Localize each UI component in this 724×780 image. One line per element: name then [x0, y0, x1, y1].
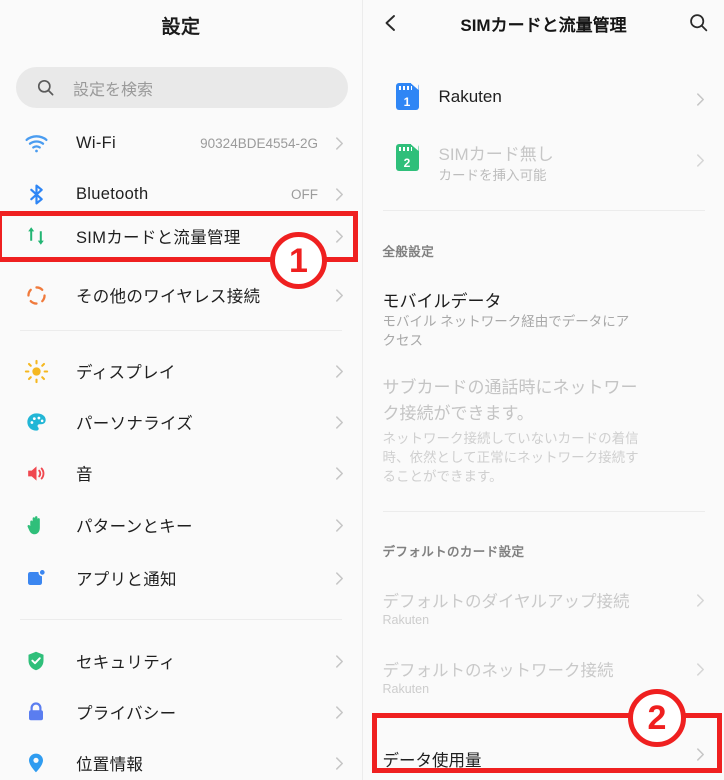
- lock-icon: [22, 698, 50, 726]
- sidebar-item-label: パターンとキー: [76, 518, 193, 536]
- gesture-hand-icon: [22, 511, 50, 539]
- settings-panel: 設定 設定を検索 Wi-Fi 90324BDE4554-2G Bluetooth…: [0, 0, 362, 780]
- sidebar-item-label: その他のワイヤレス接続: [76, 288, 261, 306]
- brightness-icon: [22, 357, 50, 385]
- chevron-right-icon: [696, 662, 705, 677]
- chevron-right-icon: [335, 756, 344, 771]
- sidebar-item-value: 90324BDE4554-2G: [200, 135, 318, 151]
- search-placeholder: 設定を検索: [73, 81, 154, 99]
- sim-notch: [410, 144, 419, 151]
- sound-icon: [22, 459, 50, 487]
- mobile-data-desc: モバイル ネットワーク経由でデータにアクセス: [382, 314, 630, 348]
- sim-card-title: Rakuten: [438, 87, 502, 106]
- search-icon[interactable]: [688, 12, 709, 33]
- wifi-icon: [22, 129, 50, 157]
- chevron-right-icon: [335, 364, 344, 379]
- annotation-marker-2: 2: [628, 689, 686, 747]
- chevron-right-icon: [335, 518, 344, 533]
- default-dialup-title: デフォルトのダイヤルアップ接続: [382, 593, 630, 611]
- wireless-icon: [22, 281, 50, 309]
- apps-icon: [22, 564, 50, 592]
- chevron-right-icon: [335, 705, 344, 720]
- default-section-label: デフォルトのカード設定: [382, 545, 525, 559]
- annotation-marker-1: 1: [270, 232, 327, 289]
- chevron-right-icon: [335, 654, 344, 669]
- sim-card-subtitle: カードを挿入可能: [438, 168, 547, 183]
- sidebar-item-label: プライバシー: [76, 705, 177, 723]
- chevron-right-icon: [335, 466, 344, 481]
- location-pin-icon: [22, 749, 50, 777]
- sidebar-item-location[interactable]: 位置情報: [0, 738, 362, 780]
- chevron-right-icon: [335, 415, 344, 430]
- chevron-right-icon: [335, 136, 344, 151]
- sim-pins: [398, 86, 412, 90]
- sim-card-row-2[interactable]: 2 SIMカード無し カードを挿入可能: [363, 132, 724, 188]
- sidebar-item-security[interactable]: セキュリティ: [0, 636, 362, 686]
- section-divider: [382, 210, 705, 211]
- default-dialup-row[interactable]: デフォルトのダイヤルアップ接続 Rakuten: [363, 588, 724, 634]
- mobile-data-title: モバイルデータ: [382, 292, 502, 311]
- sub-card-call-title: サブカードの通話時にネットワーク接続ができます。: [382, 378, 638, 423]
- sidebar-item-label: 位置情報: [76, 756, 144, 774]
- sidebar-item-apps-notifications[interactable]: アプリと通知: [0, 553, 362, 603]
- chevron-right-icon: [696, 92, 705, 107]
- section-divider: [20, 330, 342, 331]
- search-icon: [36, 78, 55, 97]
- sim-slot-number: 1: [403, 95, 411, 109]
- sidebar-item-personalize[interactable]: パーソナライズ: [0, 397, 362, 447]
- section-divider: [20, 619, 342, 620]
- panel-header: SIMカードと流量管理: [362, 0, 724, 48]
- chevron-right-icon: [335, 288, 344, 303]
- panel-title: SIMカードと流量管理: [460, 16, 627, 35]
- search-input[interactable]: 設定を検索: [16, 67, 348, 108]
- sim-card-title: SIMカード無し: [438, 145, 554, 164]
- sidebar-item-pattern-keys[interactable]: パターンとキー: [0, 500, 362, 550]
- sim-card-1-icon: 1: [395, 83, 419, 110]
- default-network-subtitle: Rakuten: [382, 682, 430, 696]
- chevron-right-icon: [335, 571, 344, 586]
- sim-pins: [398, 147, 412, 151]
- chevron-right-icon: [335, 187, 344, 202]
- sim-notch: [410, 83, 419, 90]
- sim-slot-number: 2: [403, 156, 411, 170]
- sidebar-item-label: Wi-Fi: [76, 133, 116, 152]
- sim-data-panel: SIMカードの情報と設定 SIMカードと流量管理 1 Rakuten: [361, 0, 724, 780]
- sidebar-item-value: OFF: [291, 186, 318, 202]
- sidebar-item-display[interactable]: ディスプレイ: [0, 346, 362, 396]
- default-network-title: デフォルトのネットワーク接続: [382, 662, 614, 680]
- sidebar-item-privacy[interactable]: プライバシー: [0, 687, 362, 737]
- section-divider: [382, 511, 705, 512]
- sidebar-item-label: Bluetooth: [76, 184, 149, 203]
- screenshot-root: 設定 設定を検索 Wi-Fi 90324BDE4554-2G Bluetooth…: [0, 0, 724, 780]
- page-title: 設定: [161, 17, 201, 38]
- palette-icon: [22, 408, 50, 436]
- bluetooth-icon: [22, 180, 50, 208]
- sidebar-item-label: セキュリティ: [76, 654, 176, 672]
- sidebar-item-sound[interactable]: 音: [0, 448, 362, 498]
- chevron-right-icon: [696, 593, 705, 608]
- sim-card-row-1[interactable]: 1 Rakuten: [363, 78, 724, 122]
- sidebar-item-label: ディスプレイ: [76, 364, 176, 382]
- sim-card-2-icon: 2: [395, 144, 419, 171]
- sidebar-item-label: アプリと通知: [76, 571, 177, 589]
- sub-card-call-desc: ネットワーク接続していないカードの着信時、依然として正常にネットワーク接続するこ…: [382, 431, 639, 484]
- general-section-label: 全般設定: [382, 245, 435, 259]
- sidebar-item-wifi[interactable]: Wi-Fi 90324BDE4554-2G: [0, 118, 362, 168]
- chevron-right-icon: [696, 153, 705, 168]
- sidebar-item-label: パーソナライズ: [76, 415, 194, 433]
- shield-icon: [22, 647, 50, 675]
- default-dialup-subtitle: Rakuten: [382, 613, 430, 627]
- sidebar-item-label: 音: [76, 466, 93, 484]
